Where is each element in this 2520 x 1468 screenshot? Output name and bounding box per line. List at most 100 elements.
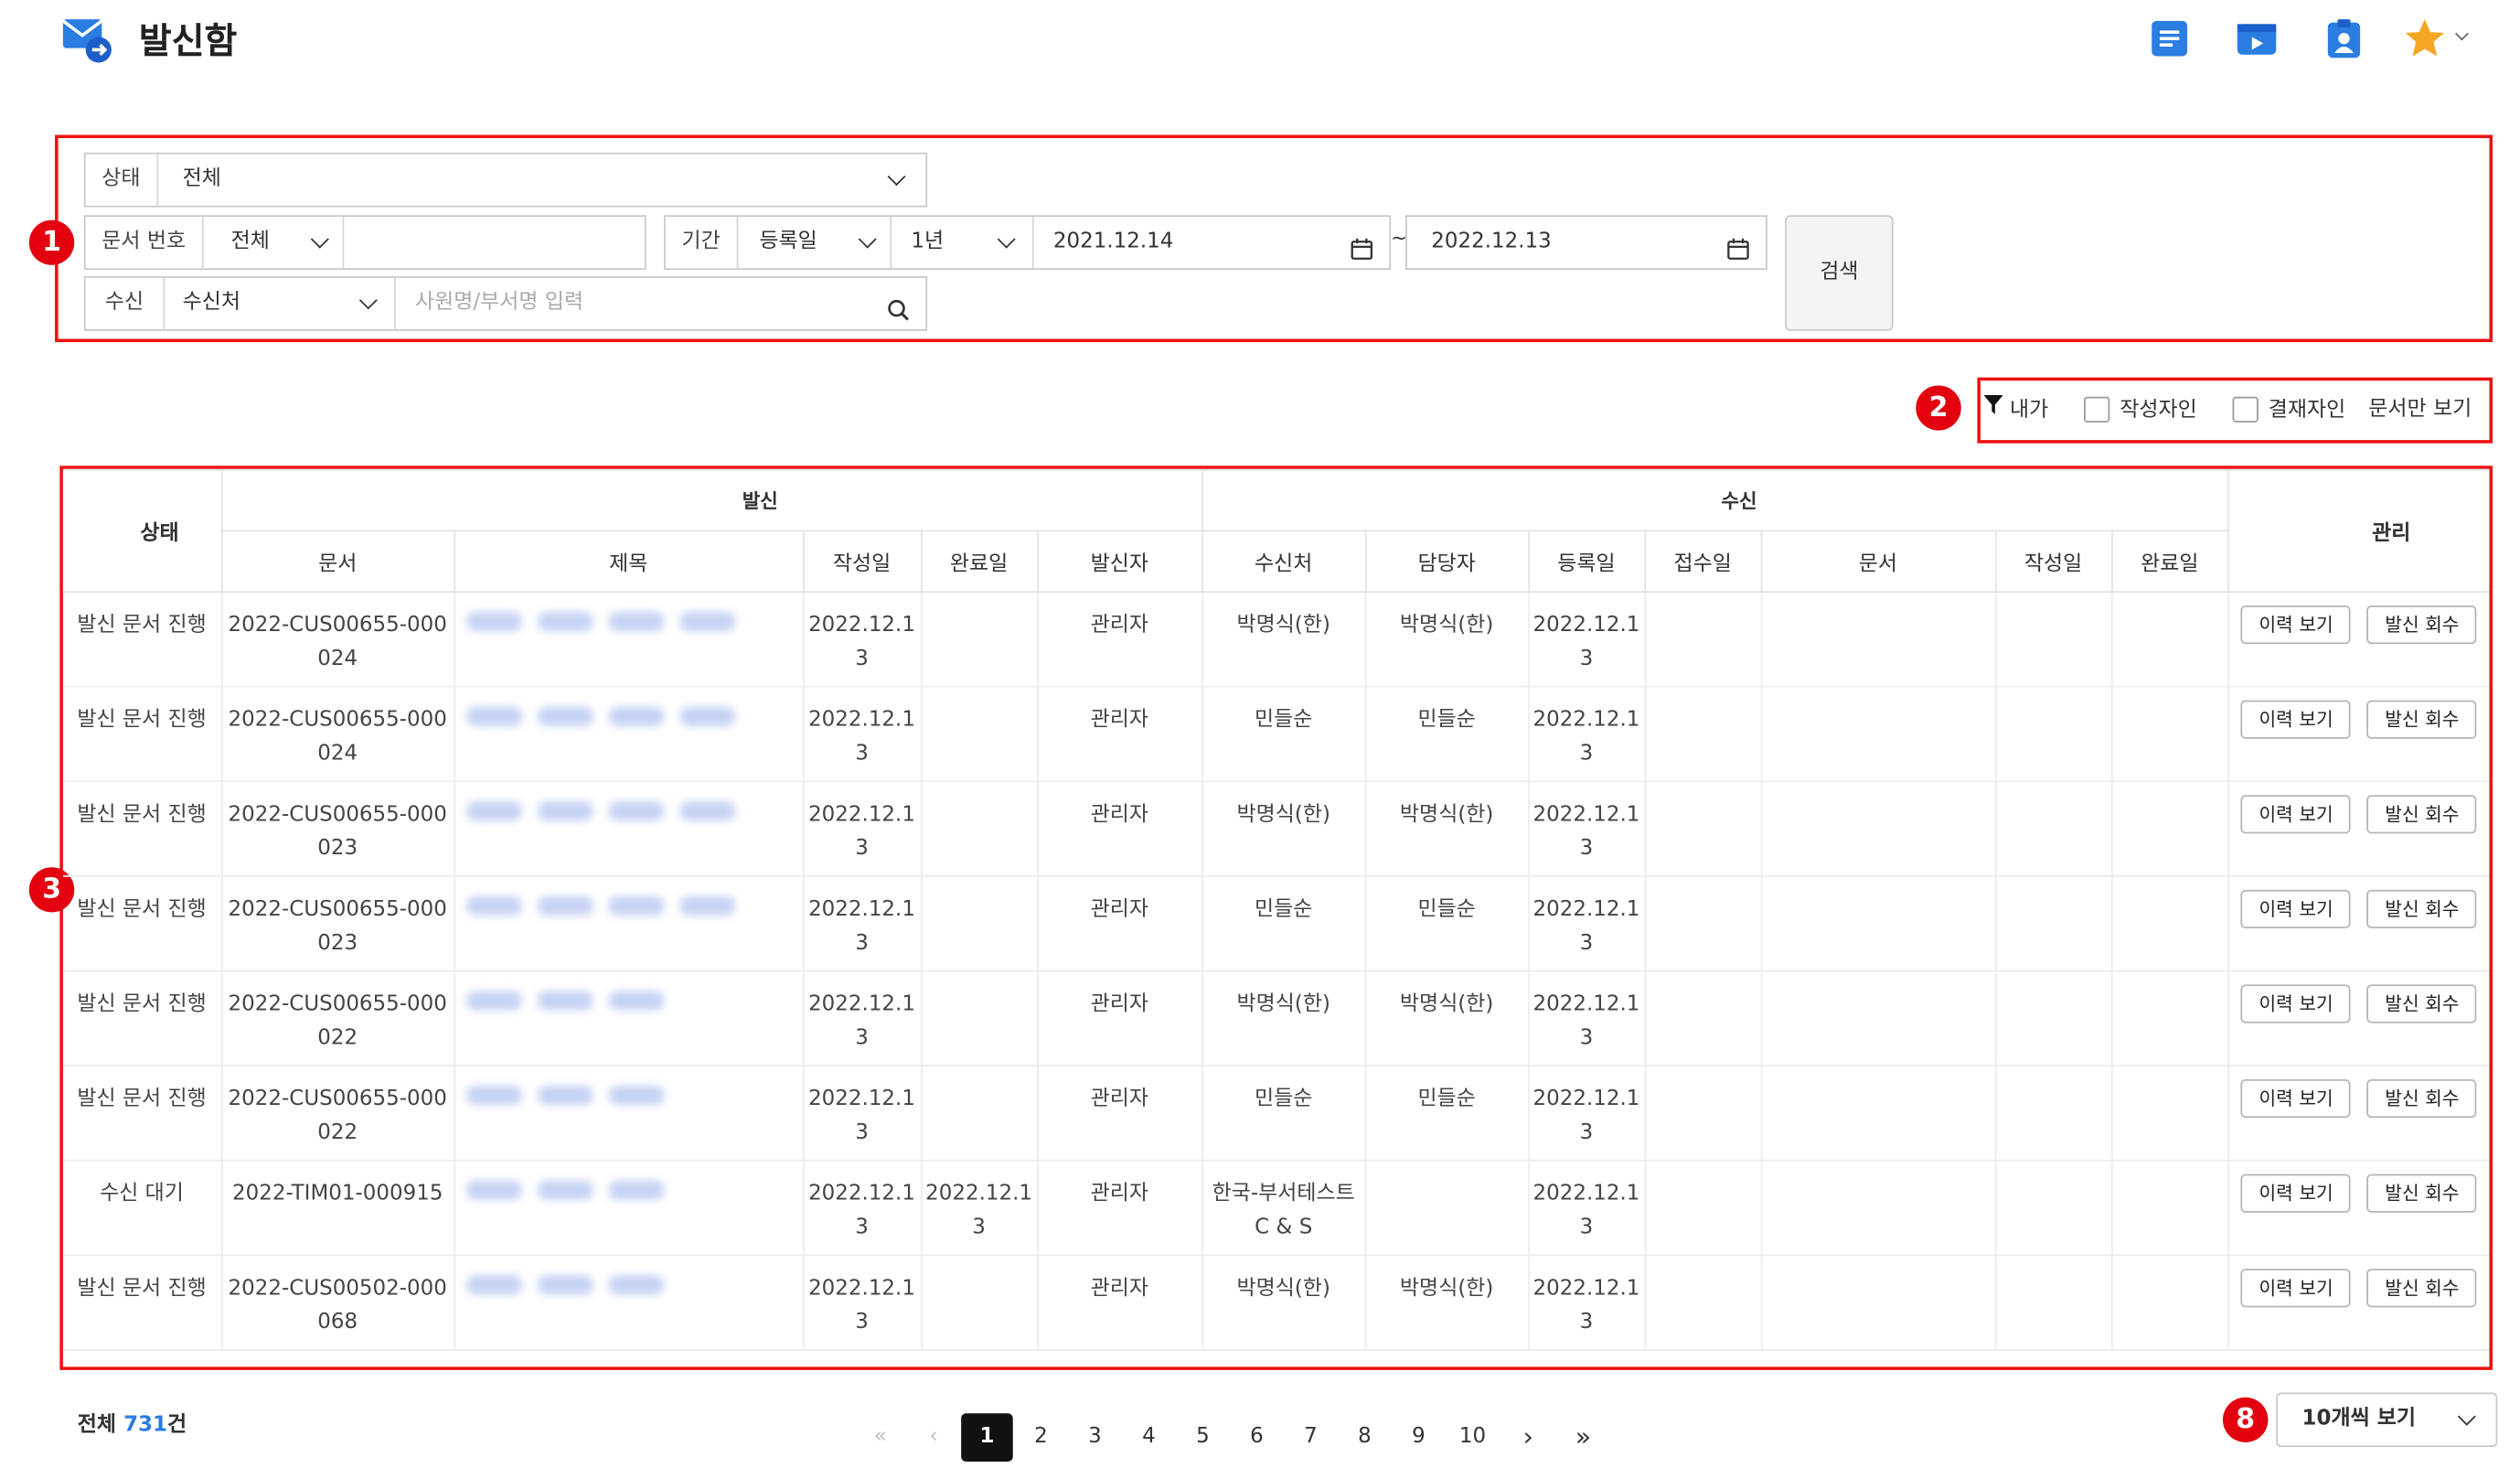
page-button[interactable]: 5 [1177, 1413, 1229, 1462]
blurred-title-text[interactable] [678, 895, 734, 916]
history-button[interactable]: 이력 보기 [2241, 889, 2352, 928]
blurred-title-text[interactable] [465, 612, 521, 632]
status-select[interactable]: 상태 전체 [83, 152, 928, 208]
history-button[interactable]: 이력 보기 [2241, 700, 2352, 739]
page-first-icon[interactable]: « [855, 1413, 907, 1462]
recipient-type-select[interactable]: 수신처 [163, 277, 396, 329]
page-title: 발신함 [138, 22, 238, 63]
calendar-icon[interactable] [1727, 230, 1750, 260]
recv-created-cell [1994, 1065, 2113, 1162]
recv-done-cell [2110, 780, 2229, 877]
registered-date-cell: 2022.12.13 [1527, 780, 1646, 877]
chevron-down-icon [2457, 1407, 2476, 1426]
recipient-field: 수신 수신처 사원명/부서명 입력 [83, 276, 928, 331]
blurred-title-text[interactable] [678, 612, 734, 632]
page-button[interactable]: 4 [1123, 1413, 1175, 1462]
blurred-title-text[interactable] [608, 991, 664, 1011]
chevron-down-icon[interactable] [2454, 27, 2469, 41]
docno-input[interactable] [344, 217, 645, 268]
table-row: 발신 문서 진행 2022-CUS00655-000022 2022.12.13 관리… [62, 970, 2490, 1066]
page-size-select[interactable]: 10개씩 보기 [2276, 1392, 2498, 1448]
blurred-title-text[interactable] [537, 991, 593, 1011]
recall-button[interactable]: 발신 회수 [2366, 1173, 2477, 1213]
blurred-title-text[interactable] [465, 895, 521, 916]
page-button[interactable]: 7 [1285, 1413, 1337, 1462]
blurred-title-text[interactable] [678, 706, 734, 726]
recall-button[interactable]: 발신 회수 [2366, 605, 2477, 645]
blurred-title-text[interactable] [608, 1086, 664, 1106]
clipboard-user-icon[interactable] [2322, 16, 2366, 61]
blurred-title-text[interactable] [608, 1180, 664, 1200]
doc-list-icon[interactable] [2147, 16, 2192, 61]
page-prev-icon[interactable]: ‹ [908, 1413, 960, 1462]
table-row: 발신 문서 진행 2022-CUS00655-000023 2022.12.13 관리… [62, 875, 2490, 972]
page-last-icon[interactable]: » [1557, 1413, 1609, 1462]
page-button[interactable]: 1 [961, 1413, 1013, 1462]
date-to-input[interactable]: 2022.12.13 [1431, 217, 1552, 268]
recall-button[interactable]: 발신 회수 [2366, 700, 2477, 739]
period-range-select[interactable]: 1년 [892, 217, 1034, 269]
page-button[interactable]: 9 [1393, 1413, 1445, 1462]
doc-number-cell: 2022-CUS00655-000022 [220, 1065, 455, 1162]
history-button[interactable]: 이력 보기 [2241, 1173, 2352, 1213]
recall-button[interactable]: 발신 회수 [2366, 1269, 2477, 1308]
status-cell: 발신 문서 진행 [62, 1065, 222, 1162]
manage-cell: 이력 보기 발신 회수 [2226, 591, 2490, 688]
recipient-search-input[interactable]: 사원명/부서명 입력 [415, 278, 583, 329]
blurred-title-text[interactable] [465, 1086, 521, 1106]
approver-checkbox[interactable] [2232, 396, 2259, 423]
page-button[interactable]: 3 [1069, 1413, 1121, 1462]
page-button[interactable]: 2 [1015, 1413, 1067, 1462]
recv-doc-cell [1759, 1254, 1996, 1351]
search-icon[interactable] [887, 291, 910, 321]
manage-cell: 이력 보기 발신 회수 [2226, 875, 2490, 972]
page-button[interactable]: 8 [1339, 1413, 1391, 1462]
registered-date-cell: 2022.12.13 [1527, 970, 1646, 1066]
history-button[interactable]: 이력 보기 [2241, 605, 2352, 645]
blurred-title-text[interactable] [465, 706, 521, 726]
period-type-select[interactable]: 등록일 [740, 217, 892, 269]
recall-button[interactable]: 발신 회수 [2366, 795, 2477, 834]
recall-button[interactable]: 발신 회수 [2366, 889, 2477, 928]
blurred-title-text[interactable] [465, 1275, 521, 1295]
page-next-icon[interactable]: › [1502, 1413, 1554, 1462]
page-button[interactable]: 10 [1447, 1413, 1499, 1462]
docno-type-select[interactable]: 전체 [211, 217, 345, 269]
recipient-cell: 박명식(한) [1201, 591, 1366, 688]
blurred-title-text[interactable] [608, 612, 664, 632]
history-button[interactable]: 이력 보기 [2241, 1269, 2352, 1308]
sender-cell: 관리자 [1036, 875, 1203, 972]
blurred-title-text[interactable] [537, 801, 593, 821]
table-row: 발신 문서 진행 2022-CUS00655-000024 2022.12.13 관리… [62, 591, 2490, 688]
history-button[interactable]: 이력 보기 [2241, 1079, 2352, 1119]
star-icon[interactable] [2402, 16, 2447, 61]
blurred-title-text[interactable] [608, 801, 664, 821]
blurred-title-text[interactable] [537, 1180, 593, 1200]
blurred-title-text[interactable] [465, 991, 521, 1011]
blurred-title-text[interactable] [537, 895, 593, 916]
blurred-title-text[interactable] [465, 801, 521, 821]
recall-button[interactable]: 발신 회수 [2366, 1079, 2477, 1119]
page-button[interactable]: 6 [1231, 1413, 1283, 1462]
writer-checkbox[interactable] [2084, 396, 2110, 423]
date-from-input[interactable]: 2021.12.14 [1053, 217, 1174, 268]
doc-number-cell: 2022-CUS00655-000024 [220, 685, 455, 783]
media-icon[interactable] [2234, 16, 2279, 61]
search-button[interactable]: 검색 [1785, 215, 1894, 331]
blurred-title-text[interactable] [608, 706, 664, 726]
calendar-icon[interactable] [1351, 230, 1373, 260]
col-status: 상태 [62, 468, 222, 593]
blurred-title-text[interactable] [537, 1275, 593, 1295]
blurred-title-text[interactable] [465, 1180, 521, 1200]
blurred-title-text[interactable] [537, 706, 593, 726]
blurred-title-text[interactable] [608, 1275, 664, 1295]
recall-button[interactable]: 발신 회수 [2366, 984, 2477, 1023]
blurred-title-text[interactable] [537, 1086, 593, 1106]
blurred-title-text[interactable] [608, 895, 664, 916]
history-button[interactable]: 이력 보기 [2241, 795, 2352, 834]
received-date-cell [1643, 1065, 1762, 1162]
blurred-title-text[interactable] [678, 801, 734, 821]
blurred-title-text[interactable] [537, 612, 593, 632]
history-button[interactable]: 이력 보기 [2241, 984, 2352, 1023]
date-to-field[interactable]: 2022.12.13 [1405, 215, 1767, 271]
